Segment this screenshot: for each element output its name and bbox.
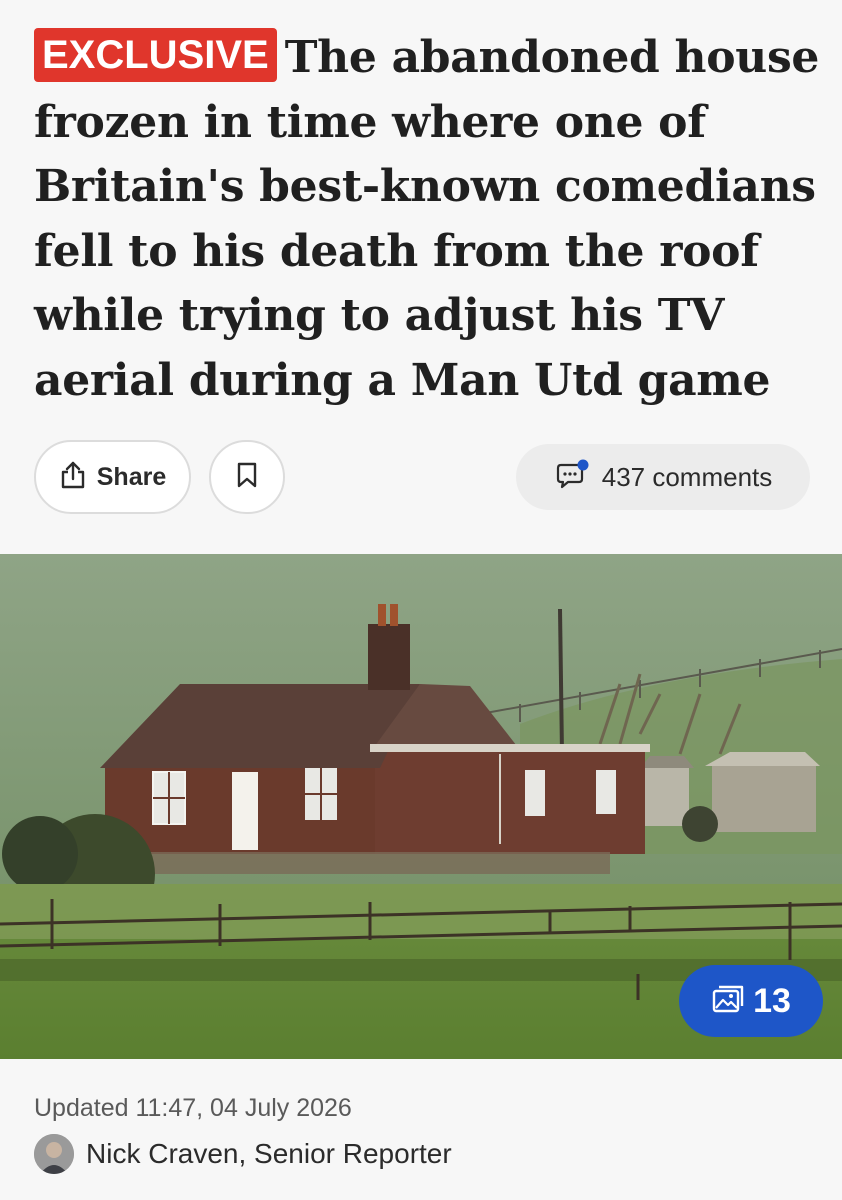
updated-timestamp: Updated 11:47, 04 July 2026: [34, 1094, 352, 1122]
exclusive-badge: EXCLUSIVE: [34, 28, 277, 82]
bookmark-button[interactable]: [209, 440, 285, 514]
bookmark-icon: [235, 461, 259, 494]
article-headline: EXCLUSIVE The abandoned house frozen in t…: [34, 26, 824, 413]
byline[interactable]: Nick Craven, Senior Reporter: [34, 1134, 452, 1174]
share-icon: [59, 460, 87, 495]
gallery-icon: [711, 983, 745, 1020]
headline-text: The abandoned house frozen in time where…: [34, 32, 820, 406]
comments-button[interactable]: 437 comments: [516, 444, 810, 510]
gallery-count-button[interactable]: 13: [679, 965, 823, 1037]
share-button[interactable]: Share: [34, 440, 191, 514]
gallery-count: 13: [753, 981, 791, 1020]
author-avatar[interactable]: [34, 1134, 74, 1174]
comments-label: 437 comments: [601, 461, 773, 492]
author-name[interactable]: Nick Craven, Senior Reporter: [86, 1138, 452, 1170]
share-label: Share: [96, 462, 167, 491]
comments-icon: [554, 459, 590, 496]
